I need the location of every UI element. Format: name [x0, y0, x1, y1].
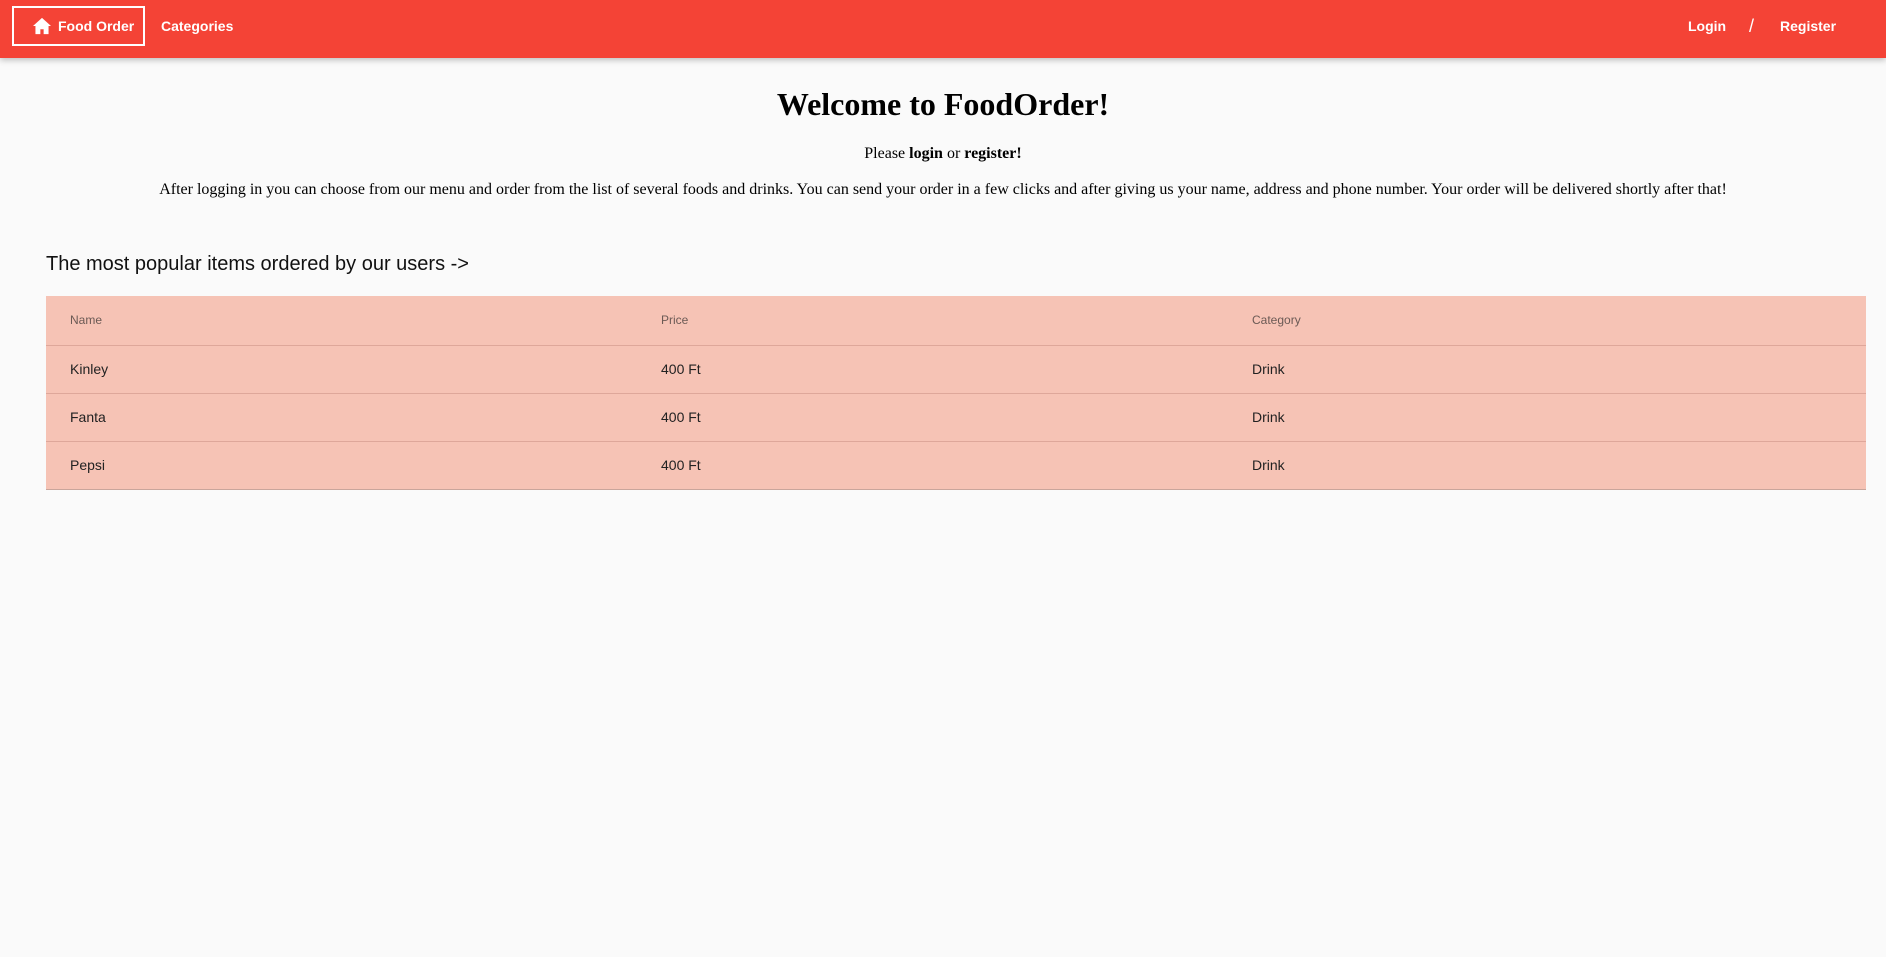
main-content: Welcome to FoodOrder! Please login or re… [0, 58, 1886, 490]
categories-link[interactable]: Categories [161, 0, 233, 52]
register-prompt-link[interactable]: register! [964, 145, 1021, 162]
popular-items-heading: The most popular items ordered by our us… [46, 253, 469, 275]
login-prompt: Please login or register! [0, 144, 1886, 164]
table-row: Pepsi 400 Ft Drink [46, 441, 1866, 490]
cell-price: 400 Ft [637, 441, 1228, 490]
page-title: Welcome to FoodOrder! [776, 86, 1110, 122]
home-button[interactable]: Food Order [12, 6, 145, 46]
cell-category: Drink [1228, 393, 1866, 442]
cell-name: Pepsi [46, 441, 637, 490]
top-navbar: Food Order Categories Login / Register [0, 0, 1886, 58]
table-row: Fanta 400 Ft Drink [46, 393, 1866, 442]
home-icon [33, 17, 51, 35]
cell-name: Fanta [46, 393, 637, 442]
login-prompt-or: or [946, 145, 961, 162]
login-prompt-link[interactable]: login [909, 145, 943, 162]
intro-description: After logging in you can choose from our… [159, 181, 1727, 198]
login-link[interactable]: Login [1688, 0, 1726, 52]
nav-separator: / [1749, 15, 1755, 36]
cell-name: Kinley [46, 345, 637, 394]
login-prompt-prefix: Please [864, 145, 906, 162]
table-header-row: Name Price Category [46, 296, 1866, 346]
table-row: Kinley 400 Ft Drink [46, 345, 1866, 394]
cell-category: Drink [1228, 441, 1866, 490]
cell-price: 400 Ft [637, 345, 1228, 394]
cell-category: Drink [1228, 345, 1866, 394]
column-header-category: Category [1228, 296, 1866, 346]
home-button-label: Food Order [58, 18, 135, 34]
column-header-name: Name [46, 296, 637, 346]
cell-price: 400 Ft [637, 393, 1228, 442]
popular-items-table: Name Price Category Kinley 400 Ft Drink … [46, 296, 1866, 490]
column-header-price: Price [637, 296, 1228, 346]
register-link[interactable]: Register [1780, 0, 1836, 52]
